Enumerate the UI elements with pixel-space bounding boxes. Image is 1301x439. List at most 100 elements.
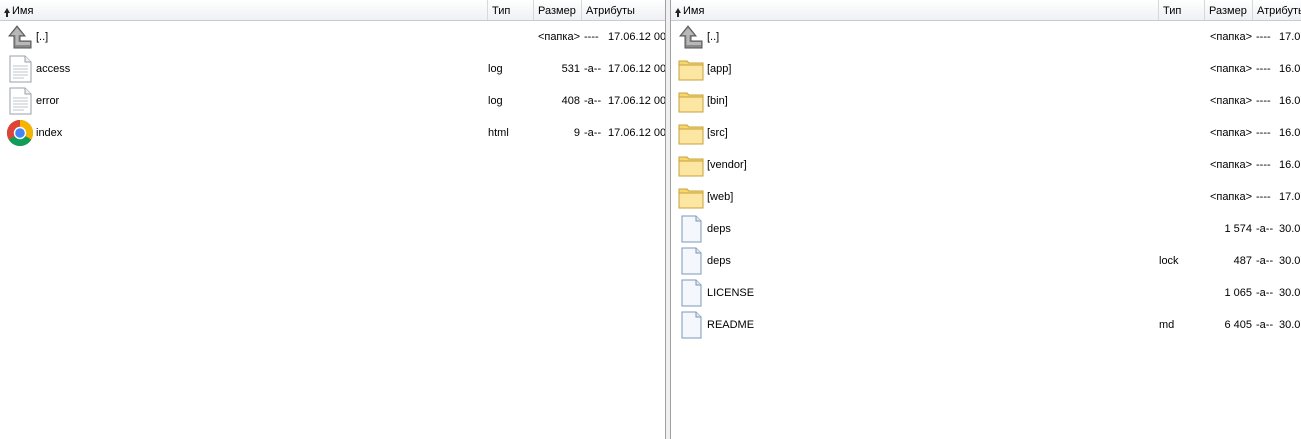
file-attributes: -a-- [584,63,602,75]
column-header-attributes[interactable]: Атрибуты [1252,0,1301,20]
file-size: 487 [1233,255,1252,267]
file-size: 1 065 [1224,287,1252,299]
file-attributes: -a-- [1256,255,1274,267]
column-header-type[interactable]: Тип [1158,0,1204,20]
file-row[interactable]: index html 9 -a-- 17.06.12 00 [0,117,665,149]
file-icon [677,215,705,243]
file-date: 17.06.12 00 [608,63,666,75]
file-name: deps [707,255,731,267]
right-file-list: [..] <папка> ---- 17.0 [app] <папка> ---- 16.0[… [671,21,1301,341]
file-name: [src] [707,127,728,139]
sort-ascending-icon [675,8,681,17]
file-row[interactable]: [..] <папка> ---- 17.06.12 00 [0,21,665,53]
file-row[interactable]: [web] <папка> ---- 17.0 [671,181,1301,213]
file-row[interactable]: deps lock 487 -a-- 30.0 [671,245,1301,277]
file-date: 30.0 [1279,223,1301,235]
column-header-size[interactable]: Размер [533,0,581,20]
folder-icon [677,55,705,83]
file-size: <папка> [1209,127,1252,139]
file-date: 30.0 [1279,319,1301,331]
file-date: 17.06.12 00 [608,127,666,139]
chrome-icon [6,119,34,147]
left-column-header: Имя Тип Размер Атрибуты [0,0,665,21]
column-header-size[interactable]: Размер [1204,0,1252,20]
file-row[interactable]: README md 6 405 -a-- 30.0 [671,309,1301,341]
file-attributes: ---- [1256,191,1271,203]
file-attributes: -a-- [1256,223,1274,235]
file-row[interactable]: [vendor] <папка> ---- 16.0 [671,149,1301,181]
file-date: 17.06.12 00 [608,31,666,43]
file-attributes: -a-- [584,95,602,107]
file-name: [app] [707,63,732,75]
file-icon [677,247,705,275]
file-size: 6 405 [1224,319,1252,331]
left-file-list: [..] <папка> ---- 17.06.12 00 access log 531 -a… [0,21,665,149]
file-date: 17.06.12 00 [608,95,666,107]
file-size: <папка> [1209,63,1252,75]
file-row[interactable]: [app] <папка> ---- 16.0 [671,53,1301,85]
file-attributes: ---- [584,31,599,43]
folder-icon [677,87,705,115]
file-size: <папка> [1209,159,1252,171]
file-size: 1 574 [1224,223,1252,235]
file-size: <папка> [1209,95,1252,107]
file-name: [..] [36,31,49,43]
left-file-panel[interactable]: Имя Тип Размер Атрибуты [..] <папка> ---- 1… [0,0,666,439]
file-date: 30.0 [1279,287,1301,299]
file-date: 17.0 [1279,31,1301,43]
file-size: 531 [561,63,580,75]
file-row[interactable]: [bin] <папка> ---- 16.0 [671,85,1301,117]
up-arrow-icon [6,23,34,51]
column-header-name[interactable]: Имя [671,0,1158,20]
file-name: [web] [707,191,734,203]
text-file-icon [6,87,34,115]
file-attributes: -a-- [1256,319,1274,331]
file-attributes: ---- [1256,159,1271,171]
folder-icon [677,151,705,179]
file-row[interactable]: [..] <папка> ---- 17.0 [671,21,1301,53]
file-row[interactable]: error log 408 -a-- 17.06.12 00 [0,85,665,117]
file-date: 17.0 [1279,191,1301,203]
folder-icon [677,119,705,147]
file-name: access [36,63,71,75]
file-date: 16.0 [1279,159,1301,171]
folder-icon [677,183,705,211]
file-name: LICENSE [707,287,755,299]
file-size: <папка> [537,31,580,43]
file-attributes: -a-- [1256,287,1274,299]
file-size: <папка> [1209,191,1252,203]
up-arrow-icon [677,23,705,51]
right-column-header: Имя Тип Размер Атрибуты [671,0,1301,21]
file-name: deps [707,223,731,235]
column-header-type[interactable]: Тип [487,0,533,20]
file-row[interactable]: [src] <папка> ---- 16.0 [671,117,1301,149]
file-icon [677,279,705,307]
column-header-attributes[interactable]: Атрибуты [581,0,665,20]
file-attributes: ---- [1256,31,1271,43]
text-file-icon [6,55,34,83]
file-size: 408 [561,95,580,107]
file-name: error [36,95,60,107]
file-date: 16.0 [1279,95,1301,107]
file-row[interactable]: deps 1 574 -a-- 30.0 [671,213,1301,245]
file-attributes: ---- [1256,63,1271,75]
file-attributes: ---- [1256,127,1271,139]
file-date: 16.0 [1279,127,1301,139]
file-name: index [36,127,63,139]
column-header-name[interactable]: Имя [0,0,487,20]
file-row[interactable]: access log 531 -a-- 17.06.12 00 [0,53,665,85]
file-name: [vendor] [707,159,747,171]
file-row[interactable]: LICENSE 1 065 -a-- 30.0 [671,277,1301,309]
file-name: [bin] [707,95,728,107]
sort-ascending-icon [4,8,10,17]
file-date: 30.0 [1279,255,1301,267]
right-file-panel[interactable]: Имя Тип Размер Атрибуты [..] <папка> ---- 1… [670,0,1301,439]
file-icon [677,311,705,339]
file-attributes: ---- [1256,95,1271,107]
file-size: <папка> [1209,31,1252,43]
file-name: [..] [707,31,720,43]
file-attributes: -a-- [584,127,602,139]
file-name: README [707,319,755,331]
file-date: 16.0 [1279,63,1301,75]
file-size: 9 [573,127,580,139]
